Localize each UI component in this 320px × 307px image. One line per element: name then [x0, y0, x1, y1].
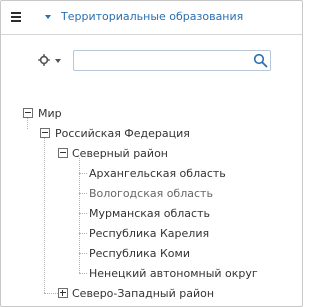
collapse-toggle-icon[interactable]	[23, 108, 33, 118]
search-field[interactable]	[73, 50, 271, 71]
tree-connector	[27, 118, 28, 129]
tree-connector	[79, 158, 80, 273]
tree-connector	[79, 273, 87, 274]
tree-connector	[44, 138, 45, 293]
search-input[interactable]	[74, 51, 254, 70]
tree-node-country[interactable]: Российская Федерация	[55, 127, 190, 140]
caret-down-icon[interactable]	[45, 15, 51, 19]
tree-connector	[79, 173, 87, 174]
tree-leaf[interactable]: Республика Карелия	[89, 227, 209, 240]
gear-icon[interactable]	[38, 54, 50, 66]
tree-leaf[interactable]: Мурманская область	[89, 207, 210, 220]
tree-connector	[79, 253, 87, 254]
tree-leaf[interactable]: Вологодская область	[89, 187, 213, 200]
panel-title[interactable]: Территориальные образования	[61, 10, 243, 23]
tree-connector	[79, 193, 87, 194]
tree-node-district[interactable]: Северо-Западный район	[72, 287, 214, 300]
tree-connector	[79, 213, 87, 214]
collapse-toggle-icon[interactable]	[40, 128, 50, 138]
tree-leaf[interactable]: Архангельская область	[89, 167, 226, 180]
hamburger-menu-icon[interactable]	[11, 12, 21, 22]
collapse-toggle-icon[interactable]	[58, 148, 68, 158]
tree-connector	[44, 293, 58, 294]
tree-leaf[interactable]: Ненецкий автономный округ	[89, 267, 258, 280]
search-icon[interactable]	[253, 53, 268, 68]
settings-caret-icon[interactable]	[55, 59, 61, 63]
tree-leaf[interactable]: Республика Коми	[89, 247, 190, 260]
territory-tree: Мир Российская Федерация Северный район …	[1, 103, 304, 303]
tree-node-root[interactable]: Мир	[38, 107, 62, 120]
territorial-entities-panel: Территориальные образования Мир Российск…	[0, 0, 303, 307]
expand-toggle-icon[interactable]	[58, 288, 68, 298]
tree-node-district[interactable]: Северный район	[72, 147, 168, 160]
panel-header: Территориальные образования	[1, 1, 302, 35]
tree-connector	[79, 233, 87, 234]
